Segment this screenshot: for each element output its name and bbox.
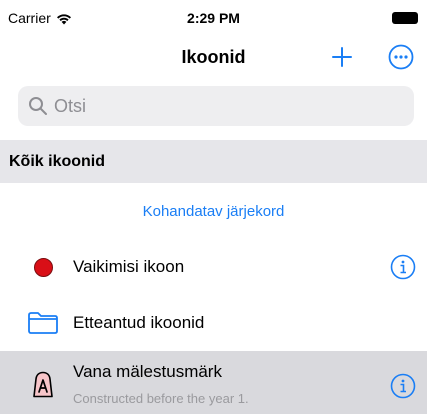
section-header-label: Kõik ikoonid bbox=[9, 152, 105, 170]
more-options-button[interactable] bbox=[386, 42, 416, 72]
info-icon bbox=[390, 373, 416, 399]
page-title: Ikoonid bbox=[181, 47, 246, 67]
list-item-label: Vaikimisi ikoon bbox=[73, 257, 185, 276]
list-item-subtitle: Constructed before the year 1. bbox=[73, 391, 249, 406]
status-time: 2:29 PM bbox=[187, 10, 240, 26]
status-bar: Carrier 2:29 PM bbox=[0, 0, 427, 38]
list-item-preset-icons[interactable]: Etteantud ikoonid bbox=[0, 301, 427, 345]
ellipsis-circle-icon bbox=[388, 44, 414, 70]
navigation-bar: Ikoonid bbox=[0, 38, 427, 82]
info-button[interactable] bbox=[389, 372, 417, 400]
info-button[interactable] bbox=[389, 253, 417, 281]
battery-icon bbox=[392, 12, 418, 24]
folder-icon bbox=[26, 311, 60, 335]
list-item-default-icon[interactable]: Vaikimisi ikoon bbox=[0, 245, 427, 289]
section-header: Kõik ikoonid bbox=[0, 140, 427, 183]
plus-icon bbox=[332, 47, 352, 67]
list-item-label: Vana mälestusmärk bbox=[73, 362, 222, 381]
search-icon bbox=[28, 95, 50, 117]
add-button[interactable] bbox=[327, 42, 357, 72]
list-item-old-monument[interactable]: Vana mälestusmärk Constructed before the… bbox=[0, 351, 427, 414]
list-item-label: Etteantud ikoonid bbox=[73, 313, 205, 332]
monument-a-icon bbox=[26, 371, 60, 399]
search-bar[interactable] bbox=[18, 86, 414, 126]
red-dot-icon bbox=[26, 257, 60, 277]
info-icon bbox=[390, 254, 416, 280]
search-input[interactable] bbox=[54, 95, 394, 117]
custom-order-link[interactable]: Kohandatav järjekord bbox=[0, 203, 427, 220]
